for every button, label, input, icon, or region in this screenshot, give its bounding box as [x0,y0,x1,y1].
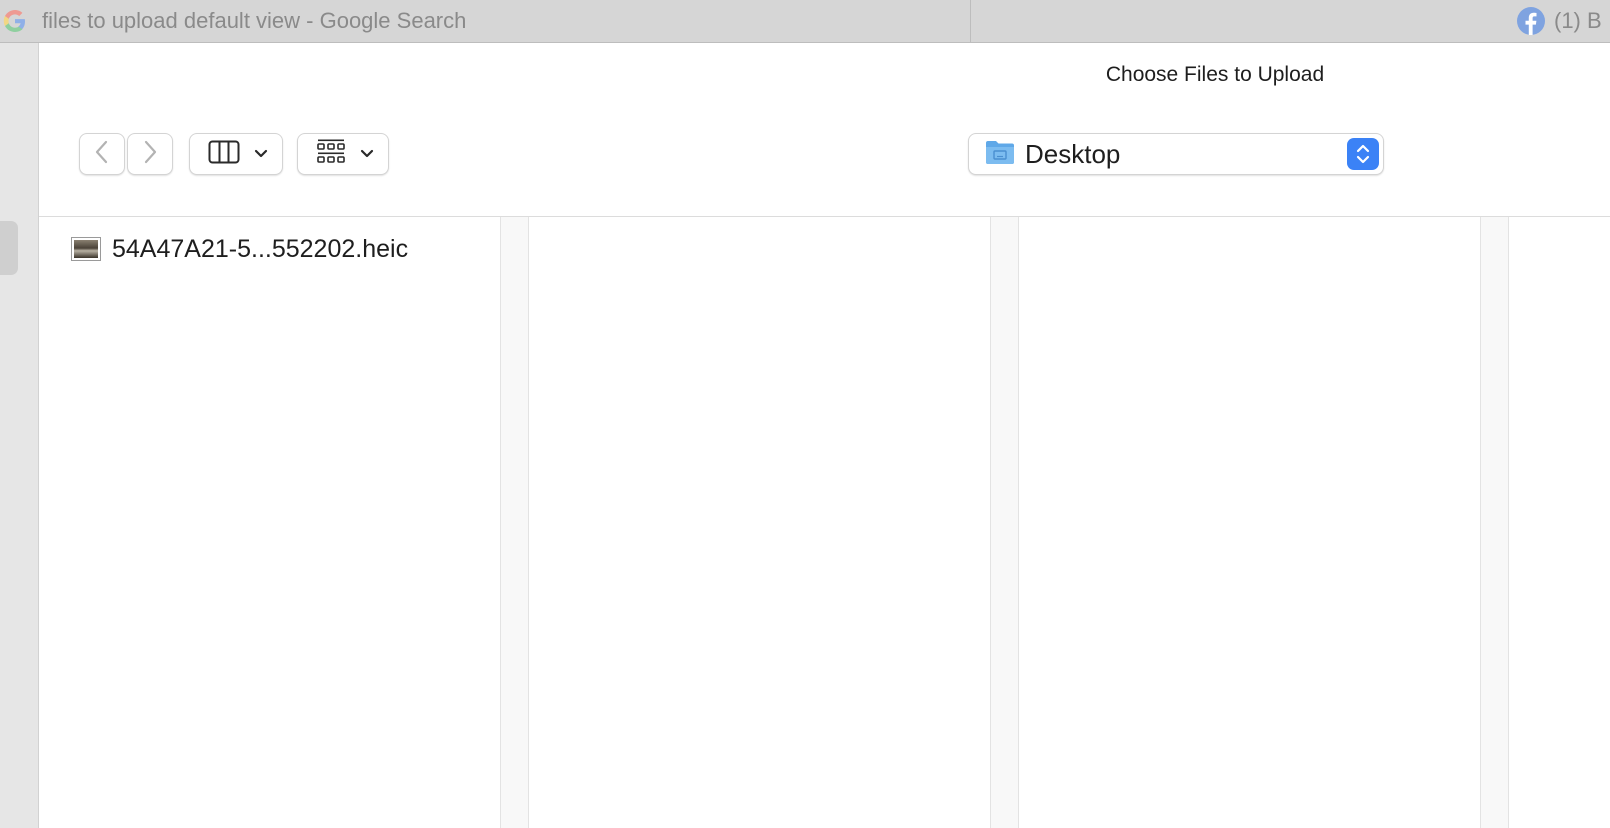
google-icon [0,6,30,36]
browser-column: 54A47A21-5...552202.heic [39,217,500,828]
browser-column [529,217,980,828]
tab-title: (1) B [1554,8,1602,33]
chevron-left-icon [93,139,111,170]
up-down-chevron-icon [1347,138,1379,170]
browser-column [1509,217,1610,828]
file-chooser-dialog: Choose Files to Upload Desktop 54A47A21-… [39,43,1610,828]
tab-facebook[interactable]: (1) B [1516,0,1610,42]
facebook-icon [1516,6,1546,36]
tab-title: files to upload default view - Google Se… [42,8,467,33]
desktop-folder-icon [985,139,1015,170]
tab-divider [970,0,971,42]
forward-button[interactable] [127,133,173,175]
tab-google-search[interactable]: files to upload default view - Google Se… [0,0,970,42]
file-name: 54A47A21-5...552202.heic [112,234,409,263]
image-file-icon [71,237,101,261]
browser-page-edge [0,43,39,828]
chevron-down-icon [254,149,268,159]
file-item[interactable]: 54A47A21-5...552202.heic [71,231,408,267]
column-resize-handle[interactable] [990,217,1019,828]
back-button[interactable] [79,133,125,175]
browser-tab-strip: files to upload default view - Google Se… [0,0,1610,43]
column-resize-handle[interactable] [1480,217,1509,828]
browser-column [1019,217,1470,828]
column-view-icon [208,140,240,169]
group-mode-button[interactable] [297,133,389,175]
column-browser: 54A47A21-5...552202.heic [39,217,1610,828]
view-mode-button[interactable] [189,133,283,175]
location-label: Desktop [1025,138,1121,169]
location-popup[interactable]: Desktop [968,133,1384,175]
group-grid-icon [316,138,346,171]
chevron-right-icon [141,139,159,170]
column-resize-handle[interactable] [500,217,529,828]
sidebar-handle[interactable] [0,221,18,275]
chevron-down-icon [360,149,374,159]
dialog-title: Choose Files to Upload [1105,63,1325,86]
